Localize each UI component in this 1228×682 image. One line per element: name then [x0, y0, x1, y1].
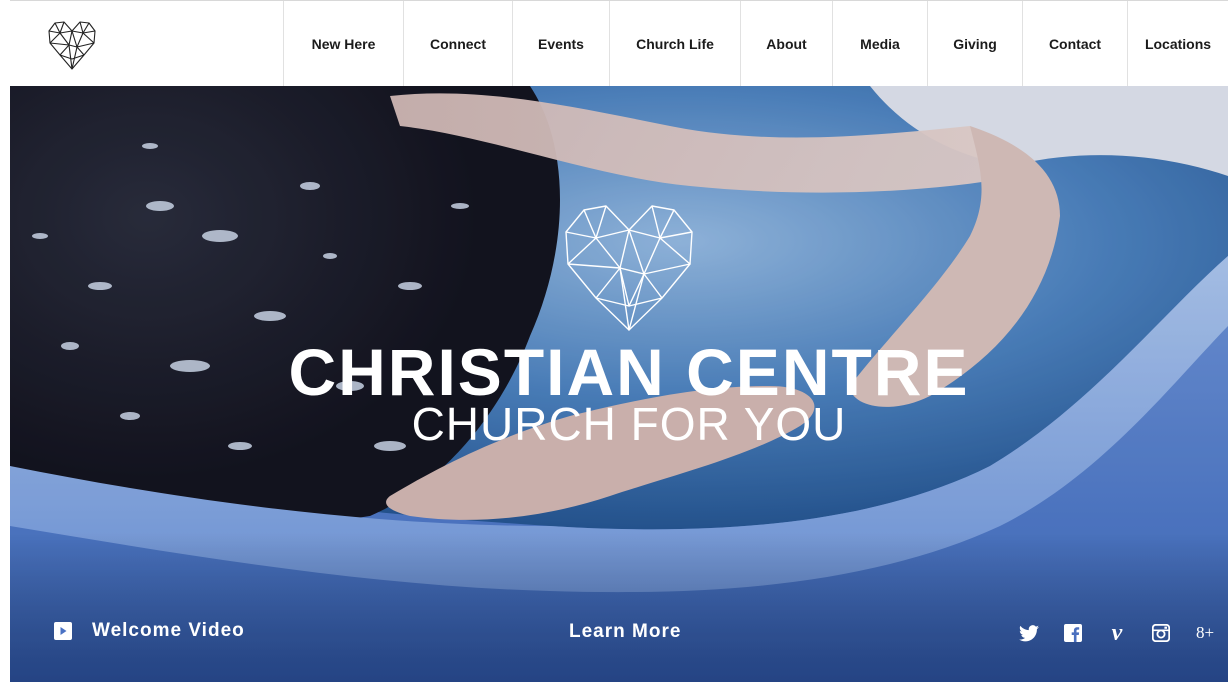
nav-item-giving[interactable]: Giving [927, 1, 1022, 87]
nav-item-events[interactable]: Events [512, 1, 609, 87]
nav-item-connect[interactable]: Connect [403, 1, 512, 87]
vimeo-icon[interactable]: v [1106, 621, 1128, 645]
nav-item-church-life[interactable]: Church Life [609, 1, 740, 87]
hero-overlay: CHRISTIAN CENTRE CHURCH FOR YOU [10, 86, 1228, 682]
welcome-video-label: Welcome Video [92, 620, 245, 641]
nav-item-about[interactable]: About [740, 1, 832, 87]
google-plus-icon[interactable]: 8+ [1194, 622, 1216, 644]
site-header: New Here Connect Events Church Life Abou… [10, 0, 1228, 87]
hero-section: CHRISTIAN CENTRE CHURCH FOR YOU Welcome … [10, 86, 1228, 682]
nav-item-new-here[interactable]: New Here [283, 1, 403, 87]
facebook-icon[interactable] [1062, 622, 1084, 644]
hero-subtitle: CHURCH FOR YOU [411, 398, 847, 450]
welcome-video-button[interactable]: Welcome Video [54, 620, 245, 642]
instagram-icon[interactable] [1150, 622, 1172, 644]
social-links: v 8+ [1018, 621, 1216, 645]
hero-action-bar: Welcome Video Learn More v 8+ [10, 614, 1228, 650]
nav-item-locations[interactable]: Locations [1127, 1, 1228, 87]
heart-logo-icon[interactable] [47, 19, 97, 71]
nav-item-media[interactable]: Media [832, 1, 927, 87]
page: New Here Connect Events Church Life Abou… [0, 0, 1228, 682]
main-nav: New Here Connect Events Church Life Abou… [283, 1, 1228, 87]
learn-more-link[interactable]: Learn More [569, 621, 681, 643]
twitter-icon[interactable] [1018, 622, 1040, 644]
nav-item-contact[interactable]: Contact [1022, 1, 1127, 87]
heart-emblem-icon [562, 202, 696, 334]
play-icon [54, 622, 72, 640]
